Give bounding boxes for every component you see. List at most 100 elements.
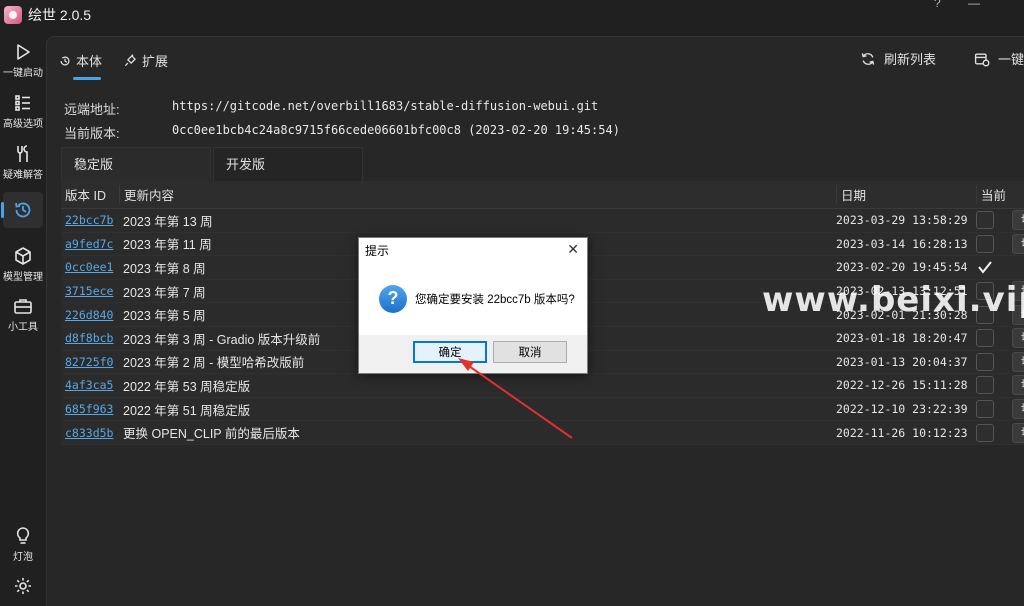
sidebar-item-label: 疑难解答: [3, 170, 43, 181]
version-id-link[interactable]: 0cc0ee1: [61, 260, 119, 274]
app-title: 绘世 2.0.5: [28, 7, 92, 23]
title-bar: 绘世 2.0.5 ? —: [0, 0, 1024, 30]
help-button[interactable]: ?: [934, 0, 941, 10]
version-id-link[interactable]: a9fed7c: [61, 237, 119, 251]
header-date[interactable]: 日期: [836, 185, 976, 204]
remote-info: 远端地址: https://gitcode.net/overbill1683/s…: [64, 99, 598, 118]
oneclick-button[interactable]: 一键: [974, 49, 1024, 68]
action-cell: 切: [1012, 375, 1024, 396]
current-checkbox[interactable]: [976, 400, 994, 419]
current-checkbox[interactable]: [976, 376, 994, 395]
current-cell: [976, 258, 1012, 276]
current-checkbox[interactable]: [976, 234, 994, 253]
sidebar-item-tools[interactable]: 小工具: [0, 296, 46, 333]
version-id-link[interactable]: 3715ece: [61, 284, 119, 298]
cancel-button[interactable]: 取消: [493, 341, 567, 363]
version-id-link[interactable]: 4af3ca5: [61, 378, 119, 392]
plugin-icon: [124, 54, 137, 67]
version-id-link[interactable]: d8f8bcb: [61, 331, 119, 345]
app-logo: [4, 6, 22, 24]
history-icon: [59, 55, 71, 67]
version-date: 2023-03-29 13:58:29: [836, 213, 968, 228]
confirm-button[interactable]: 确定: [413, 341, 487, 363]
sidebar-item-troubleshoot[interactable]: 疑难解答: [0, 144, 46, 181]
switch-button[interactable]: 切: [1012, 375, 1024, 396]
version-info: 当前版本: 0cc0ee1bcb4c24a8c9715f66cede06601b…: [64, 123, 620, 142]
current-cell: [976, 211, 1012, 230]
current-cell: [976, 329, 1012, 348]
header-id[interactable]: 版本 ID: [61, 185, 119, 204]
version-date: 2023-03-14 16:28:13: [836, 236, 968, 251]
version-desc: 2023 年第 13 周: [123, 214, 213, 229]
bulb-icon: [13, 526, 33, 546]
tab-core[interactable]: 本体: [59, 51, 102, 80]
current-checkbox[interactable]: [976, 352, 994, 371]
tab-stable[interactable]: 稳定版: [61, 147, 211, 181]
sidebar-item-version[interactable]: [1, 192, 43, 228]
version-desc: 2022 年第 51 周稳定版: [123, 403, 251, 418]
version-id-link[interactable]: 22bcc7b: [61, 213, 119, 227]
question-icon: ?: [379, 284, 407, 313]
action-cell: 切: [1012, 328, 1024, 349]
dialog-footer: 确定 取消: [359, 335, 587, 373]
table-row: 4af3ca5 2022 年第 53 周稳定版 2022-12-26 15:11:2…: [61, 374, 1024, 398]
current-checkbox[interactable]: [976, 258, 994, 276]
close-icon[interactable]: ✕: [567, 241, 579, 258]
sidebar-item-label: 高级选项: [3, 119, 43, 130]
switch-button[interactable]: 切: [1012, 328, 1024, 349]
cube-icon: [13, 246, 33, 266]
sidebar-item-launch[interactable]: 一键启动: [0, 42, 46, 79]
version-date: 2022-12-26 15:11:28: [836, 378, 968, 393]
package-icon: [974, 51, 990, 67]
switch-button[interactable]: 切: [1012, 233, 1024, 254]
gear-icon: [13, 576, 33, 596]
version-id-link[interactable]: 82725f0: [61, 355, 119, 369]
refresh-label: 刷新列表: [883, 52, 936, 67]
watermark: www.beixi.vip: [762, 280, 1024, 320]
sidebar-item-bulb[interactable]: 灯泡: [0, 526, 46, 563]
current-cell: [976, 400, 1012, 419]
sidebar-item-models[interactable]: 模型管理: [0, 246, 46, 283]
sidebar-item-advanced[interactable]: 高级选项: [0, 93, 46, 130]
table-row: c833d5b 更换 OPEN_CLIP 前的最后版本 2022-11-26 10:…: [61, 421, 1024, 445]
sidebar-item-label: 一键启动: [3, 68, 43, 79]
table-row: 22bcc7b 2023 年第 13 周 2023-03-29 13:58:29 切: [61, 209, 1024, 233]
current-checkbox[interactable]: [976, 329, 994, 348]
refresh-list-button[interactable]: 刷新列表: [860, 49, 936, 68]
list-icon: [13, 93, 33, 113]
play-icon: [13, 42, 33, 62]
dialog-body: ? 您确定要安装 22bcc7b 版本吗?: [359, 262, 587, 335]
header-desc[interactable]: 更新内容: [119, 185, 836, 204]
check-icon: [978, 261, 992, 275]
version-id-link[interactable]: 685f963: [61, 402, 119, 416]
branch-tabs: 稳定版 开发版: [61, 147, 365, 181]
refresh-icon: [860, 51, 876, 67]
sidebar-item-label: 灯泡: [13, 552, 33, 563]
action-cell: 切: [1012, 422, 1024, 443]
sidebar-item-settings[interactable]: [0, 576, 46, 596]
action-cell: 切: [1012, 351, 1024, 372]
sidebar: 一键启动 高级选项 疑难解答 模型管理 小工具 灯泡: [0, 30, 46, 606]
version-desc: 2022 年第 53 周稳定版: [123, 379, 251, 394]
version-label: 当前版本:: [64, 126, 120, 141]
switch-button[interactable]: 切: [1012, 351, 1024, 372]
table-row: 685f963 2022 年第 51 周稳定版 2022-12-10 23:22:3…: [61, 397, 1024, 422]
version-id-link[interactable]: 226d840: [61, 308, 119, 322]
version-date: 2023-01-13 20:04:37: [836, 354, 968, 369]
current-checkbox[interactable]: [976, 211, 994, 230]
switch-button[interactable]: 切: [1012, 422, 1024, 443]
switch-button[interactable]: 切: [1012, 399, 1024, 420]
action-cell: 切: [1012, 210, 1024, 231]
current-checkbox[interactable]: [976, 423, 994, 442]
tab-dev[interactable]: 开发版: [213, 147, 363, 181]
header-current[interactable]: 当前: [976, 185, 1012, 204]
minimize-button[interactable]: —: [968, 0, 980, 10]
version-id-link[interactable]: c833d5b: [61, 426, 119, 440]
toolbox-icon: [13, 296, 33, 316]
remote-value: https://gitcode.net/overbill1683/stable-…: [172, 99, 599, 113]
version-date: 2023-01-18 18:20:47: [836, 331, 968, 346]
switch-button[interactable]: 切: [1012, 210, 1024, 231]
tab-extensions[interactable]: 扩展: [124, 51, 168, 80]
version-date: 2022-11-26 10:12:23: [836, 425, 968, 440]
main-tabs: 本体 扩展: [59, 51, 190, 80]
